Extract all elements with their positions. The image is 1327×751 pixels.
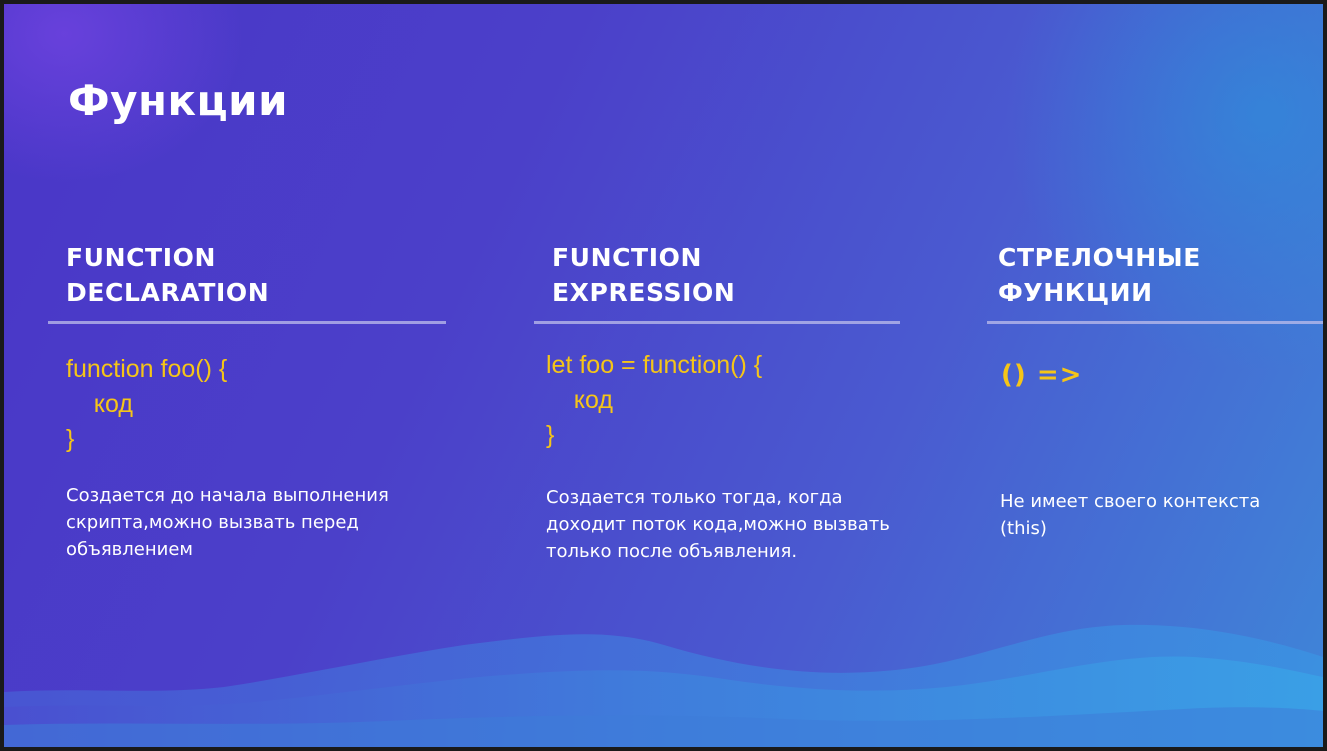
description-expression: Создается только тогда, когда доходит по… — [546, 487, 890, 562]
slide-title: Функции — [68, 76, 289, 125]
column-arrow-functions: СТРЕЛОЧНЫЕ ФУНКЦИИ () => — [987, 240, 1323, 390]
divider — [987, 321, 1323, 324]
code-snippet: let foo = function() { код } — [546, 351, 763, 449]
description-declaration: Создается до начала выполнения скрипта,м… — [66, 485, 389, 560]
divider — [534, 321, 900, 324]
description-arrow: Не имеет своего контекста (this) — [1000, 491, 1261, 539]
code-snippet: () => — [1001, 360, 1083, 390]
column-heading: FUNCTION EXPRESSION — [552, 243, 736, 307]
column-function-declaration: FUNCTION DECLARATION function foo() { ко… — [48, 240, 446, 457]
slide: Функции FUNCTION DECLARATION function fo… — [4, 4, 1323, 747]
column-function-expression: FUNCTION EXPRESSION let foo = function()… — [534, 240, 900, 453]
column-heading: FUNCTION DECLARATION — [66, 243, 270, 307]
divider — [48, 321, 446, 324]
decorative-waves — [4, 624, 1323, 747]
column-heading: СТРЕЛОЧНЫЕ ФУНКЦИИ — [998, 243, 1201, 307]
code-snippet: function foo() { код } — [66, 355, 228, 453]
